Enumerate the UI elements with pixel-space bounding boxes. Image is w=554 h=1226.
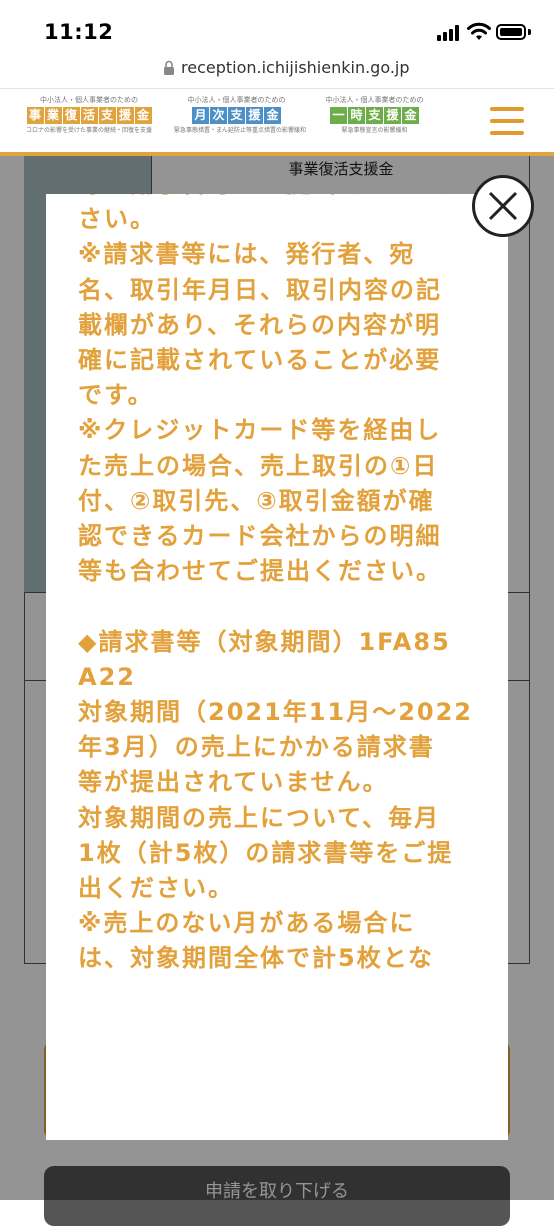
lock-icon (164, 60, 174, 75)
modal-text-line: 認できるカード会社からの明細 (78, 522, 442, 551)
brand-jigyo-fukkatsu[interactable]: 中小法人・個人事業者のための 事業復活支援金 コロナの影響を受けた事業の継続・回… (14, 95, 164, 136)
url-text[interactable]: reception.ichijishienkin.go.jp (181, 58, 410, 77)
modal-text-line: 等も合わせてご提出ください。 (78, 557, 442, 586)
modal-text-line: ※クレジットカード等を経由し (78, 416, 442, 445)
close-modal-button[interactable] (472, 175, 534, 237)
modal-text-line: ※売上のない月がある場合に (78, 909, 416, 938)
modal-text-line: 付、②取引先、③取引金額が確 (78, 486, 435, 515)
modal-text-line: は、対象期間全体で計5枚とな (78, 944, 434, 973)
hamburger-menu-icon[interactable] (490, 107, 524, 135)
modal-text-line: A22 (78, 662, 136, 691)
modal-blank-line (78, 589, 478, 624)
cellular-signal-icon (437, 25, 461, 41)
notice-modal: 等の請求書等をご提出ください。さい。 ※請求書等には、発行者、宛名、取引年月日、取… (46, 194, 508, 1140)
wifi-icon (467, 22, 491, 40)
brand-tagline: 中小法人・個人事業者のための (325, 96, 424, 104)
brand-getsuji[interactable]: 中小法人・個人事業者のための 月次支援金 緊急事態措置・まん延防止等重点措置の影… (174, 95, 307, 136)
modal-text-line: 対象期間の売上について、毎月 (78, 803, 441, 832)
brand-subtitle: 緊急事態措置・まん延防止等重点措置の影響緩和 (174, 127, 307, 134)
modal-text-line: 年3月）の売上にかかる請求書 (78, 733, 435, 762)
address-bar[interactable]: reception.ichijishienkin.go.jp (0, 58, 554, 89)
brand-title: 事業復活支援金 (14, 107, 164, 124)
modal-text-line: 1枚（計5枚）の請求書等をご提 (78, 838, 454, 867)
modal-text-line: 名、取引年月日、取引内容の記 (78, 275, 442, 304)
battery-icon (496, 24, 526, 40)
modal-text-line: 等が提出されていません。 (78, 768, 389, 797)
site-header: 中小法人・個人事業者のための 事業復活支援金 コロナの影響を受けた事業の継続・回… (0, 89, 554, 156)
modal-text-line: 対象期間（2021年11月〜2022 (78, 698, 473, 727)
status-bar: 11:12 (0, 0, 554, 58)
brand-subtitle: 緊急事態宣言の影響緩和 (341, 127, 408, 134)
brand-title: 月次支援金 (174, 107, 299, 124)
modal-message: 等の請求書等をご提出ください。さい。 ※請求書等には、発行者、宛名、取引年月日、取… (78, 194, 478, 977)
modal-text-line: ※請求書等には、発行者、宛 (78, 240, 416, 269)
modal-text-line: 等の請求書等をご提出ください。 (78, 194, 478, 202)
close-icon (488, 191, 518, 221)
brand-tagline: 中小法人・個人事業者のための (40, 96, 138, 104)
modal-text-line: です。 (78, 381, 154, 410)
modal-text-line: ◆請求書等（対象期間）1FA85 (78, 627, 451, 656)
brand-tagline: 中小法人・個人事業者のための (187, 96, 286, 104)
modal-text-line: さい。 (78, 205, 156, 234)
modal-text-line: た売上の場合、売上取引の①日 (78, 451, 439, 480)
brand-ichiji[interactable]: 中小法人・個人事業者のための 一時支援金 緊急事態宣言の影響緩和 (312, 95, 437, 136)
brand-title: 一時支援金 (312, 107, 437, 124)
modal-text-line: 載欄があり、それらの内容が明 (78, 310, 442, 339)
battery-tip (528, 29, 531, 35)
modal-text-line: 出ください。 (78, 874, 234, 903)
status-time: 11:12 (44, 20, 114, 44)
brand-subtitle: コロナの影響を受けた事業の継続・回復を支援 (25, 127, 152, 134)
modal-text-line: 確に記載されていることが必要 (78, 346, 442, 375)
